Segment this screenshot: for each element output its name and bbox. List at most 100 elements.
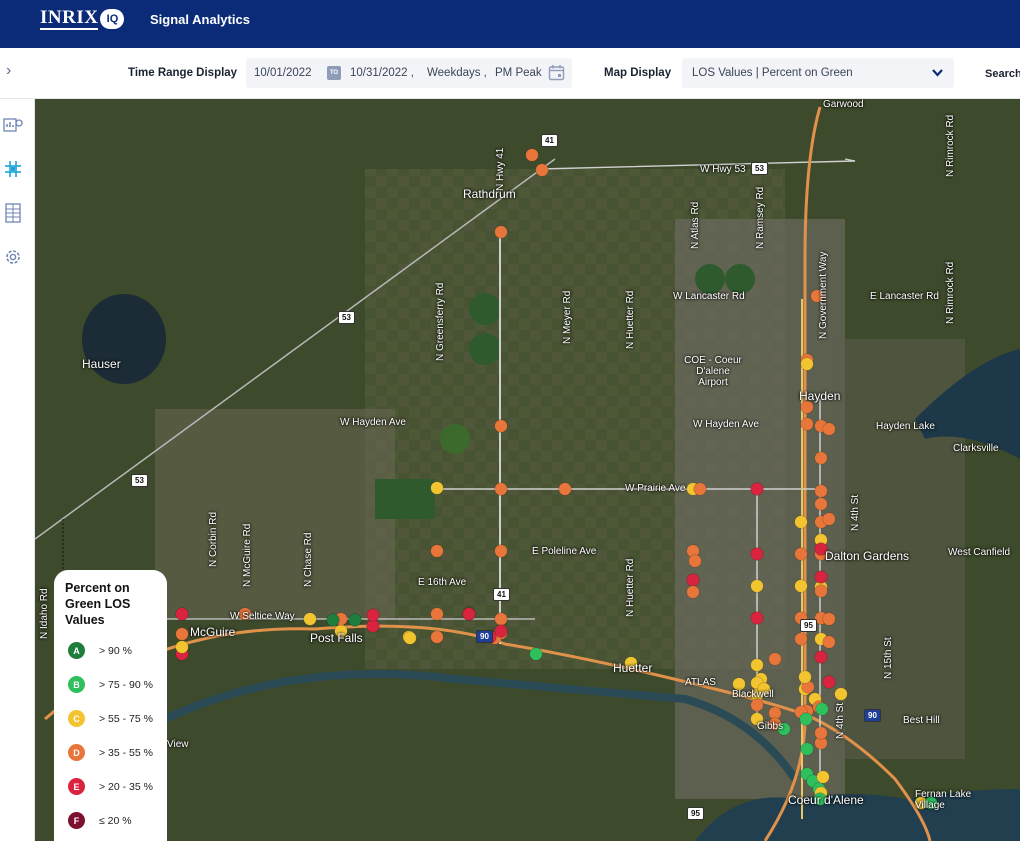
signal-marker[interactable] [814,484,828,498]
signal-marker[interactable] [794,515,808,529]
signal-marker[interactable] [303,612,317,626]
legend-grade-badge: F [68,812,85,829]
signal-marker[interactable] [430,630,444,644]
signal-marker[interactable] [814,726,828,740]
highway-shield: 53 [131,474,148,487]
signal-marker[interactable] [815,702,829,716]
signal-marker[interactable] [800,742,814,756]
los-legend: Percent on Green LOS Values A > 90 % B >… [54,570,167,841]
signal-marker[interactable] [494,225,508,239]
signal-marker[interactable] [834,687,848,701]
signal-marker[interactable] [794,632,808,646]
signal-marker[interactable] [175,627,189,641]
signal-marker[interactable] [494,482,508,496]
signal-network-icon[interactable] [3,159,23,179]
signal-marker[interactable] [494,419,508,433]
chevron-right-icon[interactable]: › [6,62,11,80]
signal-marker[interactable] [800,417,814,431]
legend-grade-badge: D [68,744,85,761]
road-label: N Corbin Rd [208,511,219,567]
place-label: Garwood [823,99,864,110]
signal-marker[interactable] [822,422,836,436]
signal-marker[interactable] [175,607,189,621]
interstate-shield: 90 [476,630,493,643]
signal-marker[interactable] [750,698,764,712]
road-label: E Poleline Ave [532,546,597,557]
signal-marker[interactable] [686,573,700,587]
signal-marker[interactable] [688,554,702,568]
dashboard-icon[interactable] [3,115,23,135]
signal-marker[interactable] [326,613,340,627]
signal-marker[interactable] [822,512,836,526]
to-badge: TO [327,66,341,80]
signal-marker[interactable] [535,163,549,177]
signal-marker[interactable] [750,579,764,593]
highway-shield: 95 [687,807,704,820]
signal-marker[interactable] [799,712,813,726]
road-label: N Huetter Rd [625,558,636,617]
signal-marker[interactable] [794,579,808,593]
legend-title: Percent on Green LOS Values [65,581,131,627]
legend-grade-badge: A [68,642,85,659]
road-label: W Hayden Ave [340,417,406,428]
signal-marker[interactable] [430,544,444,558]
signal-marker[interactable] [822,635,836,649]
legend-item: A > 90 % [68,642,168,662]
signal-marker[interactable] [816,770,830,784]
signal-marker[interactable] [814,650,828,664]
place-label: Huetter [613,661,653,675]
signal-marker[interactable] [175,640,189,654]
top-bar: INRIX IQ Signal Analytics [0,0,1020,48]
signal-marker[interactable] [814,497,828,511]
calendar-icon[interactable] [548,64,565,81]
road-label: W Seltice Way [230,611,295,622]
road-label: W Lancaster Rd [673,291,745,302]
signal-marker[interactable] [494,624,508,638]
road-label: N Government Way [818,251,829,339]
signal-marker[interactable] [768,652,782,666]
signal-marker[interactable] [822,675,836,689]
legend-range: > 55 - 75 % [99,713,153,725]
signal-marker[interactable] [800,357,814,371]
signal-marker[interactable] [558,482,572,496]
signal-marker[interactable] [494,612,508,626]
signal-marker[interactable] [462,607,476,621]
corridor-icon[interactable] [3,203,23,223]
map-canvas[interactable]: Rathdrum Hauser Hayden Hayden Lake Clark… [35,99,1020,841]
signal-marker[interactable] [750,611,764,625]
signal-marker[interactable] [366,608,380,622]
legend-item: E > 20 - 35 % [68,778,168,798]
signal-marker[interactable] [750,658,764,672]
search-label[interactable]: Search [985,68,1020,80]
signal-marker[interactable] [822,612,836,626]
signal-marker[interactable] [798,670,812,684]
signal-marker[interactable] [750,547,764,561]
signal-marker[interactable] [430,607,444,621]
legend-grade-badge: C [68,710,85,727]
date-range-picker[interactable]: 10/01/2022 TO 10/31/2022 , Weekdays , PM… [246,58,572,88]
signal-marker[interactable] [494,544,508,558]
inrix-iq-logo[interactable]: INRIX IQ [40,8,125,30]
signal-marker[interactable] [348,613,362,627]
place-label: West Canfield [948,547,1011,558]
signal-marker[interactable] [525,148,539,162]
filter-toolbar: › Time Range Display 10/01/2022 TO 10/31… [0,48,1020,99]
signal-marker[interactable] [814,451,828,465]
signal-marker[interactable] [750,482,764,496]
signal-marker[interactable] [403,631,417,645]
signal-marker[interactable] [686,585,700,599]
airport-label: COE - Coeur D'alene Airport [684,355,742,388]
road-label: ATLAS [685,677,716,688]
signal-marker[interactable] [814,570,828,584]
road-label: N Hwy 41 [495,147,506,191]
signal-marker[interactable] [814,584,828,598]
legend-item: B > 75 - 90 % [68,676,168,696]
signal-marker[interactable] [693,482,707,496]
legend-item: F ≤ 20 % [68,812,168,832]
day-type: Weekdays , [427,67,487,79]
signal-marker[interactable] [794,547,808,561]
signal-marker[interactable] [430,481,444,495]
settings-icon[interactable] [3,247,23,267]
map-display-select[interactable]: LOS Values | Percent on Green [682,58,954,88]
signal-marker[interactable] [529,647,543,661]
